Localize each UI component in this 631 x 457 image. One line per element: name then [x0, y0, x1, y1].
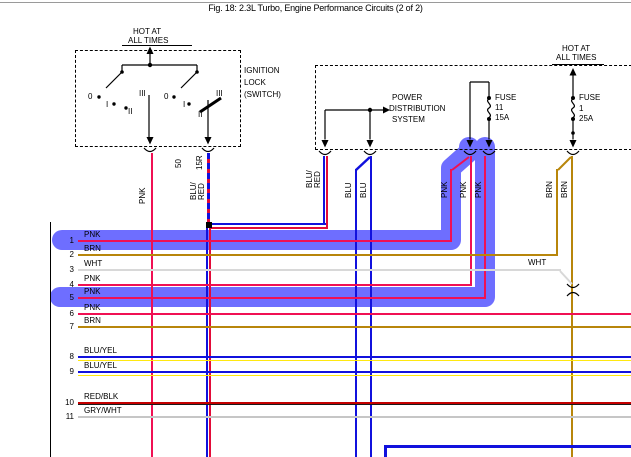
hot-at-left-line1: HOT AT	[133, 27, 161, 36]
row-3-label: WHT	[84, 259, 102, 268]
terminal-15r: 15R	[196, 150, 204, 170]
label-blu-1: BLU	[345, 174, 353, 198]
wire-pnk-diagonal[interactable]	[452, 157, 469, 170]
row-5-number: 5	[56, 293, 74, 302]
wire-brn-diagonal[interactable]	[558, 157, 571, 170]
label-pnk-ignition: PNK	[139, 176, 147, 204]
row-9-label: BLU/YEL	[84, 361, 117, 370]
fuse1-name: FUSE	[579, 93, 600, 102]
ignition-label-line3: (SWITCH)	[244, 90, 281, 99]
terminal-50: 50	[175, 150, 183, 168]
row-1-label: PNK	[84, 230, 100, 239]
label-pnk-c: PNK	[475, 172, 483, 198]
row-7-label: BRN	[84, 316, 101, 325]
wiring-diagram-canvas: Fig. 18: 2.3L Turbo, Engine Performance …	[0, 0, 631, 457]
hot-at-right-line2: ALL TIMES	[556, 53, 596, 62]
row-11-label: GRY/WHT	[84, 406, 122, 415]
label-pnk-b: PNK	[460, 172, 468, 198]
wire-wht-diagonal[interactable]	[560, 271, 572, 284]
row-4-number: 4	[56, 280, 74, 289]
row-10-label: RED/BLK	[84, 392, 118, 401]
fuse1-rating: 25A	[579, 114, 593, 123]
label-brn-2: BRN	[561, 172, 569, 198]
sw2-pos-0: 0	[164, 92, 168, 101]
label-brn-1: BRN	[546, 172, 554, 198]
wire-blu-diagonal[interactable]	[356, 157, 370, 170]
row-6-number: 6	[56, 309, 74, 318]
hot-at-right-line1: HOT AT	[562, 44, 590, 53]
exit-cups	[144, 148, 579, 155]
pdc-label-line2: DISTRIBUTION	[389, 104, 445, 113]
ignition-label-line2: LOCK	[244, 78, 266, 87]
row-11-number: 11	[56, 412, 74, 421]
row-7-number: 7	[56, 322, 74, 331]
fuse11-rating: 15A	[495, 113, 509, 122]
fuse1-number: 1	[579, 104, 583, 113]
fuse11-name: FUSE	[495, 93, 516, 102]
row-5-label: PNK	[84, 287, 100, 296]
label-pnk-a: PNK	[441, 172, 449, 198]
sw1-pos-3: III	[139, 89, 146, 98]
row-8-label: BLU/YEL	[84, 346, 117, 355]
row-4-label: PNK	[84, 274, 100, 283]
ignition-label-line1: IGNITION	[244, 66, 280, 75]
sw2-pos-1: I	[183, 100, 185, 109]
row-2-label: BRN	[84, 244, 101, 253]
hot-at-left-line2: ALL TIMES	[128, 36, 168, 45]
row-1-number: 1	[56, 236, 74, 245]
row-3-number: 3	[56, 265, 74, 274]
row-8-number: 8	[56, 352, 74, 361]
label-wht-right: WHT	[528, 258, 546, 267]
connector-exits	[144, 137, 579, 155]
sw2-pos-3: III	[216, 89, 223, 98]
sw1-pos-0: 0	[88, 92, 92, 101]
label-blu-2: BLU	[360, 174, 368, 198]
pdc-internals	[325, 74, 574, 140]
sw1-pos-1: I	[106, 100, 108, 109]
symbol-layer	[0, 0, 631, 457]
inline-connector-symbol	[567, 284, 579, 296]
row-6-label: PNK	[84, 303, 100, 312]
row-10-number: 10	[56, 398, 74, 407]
row-2-number: 2	[56, 250, 74, 259]
exit-arrowheads	[147, 137, 577, 148]
sw2-pos-2: II	[198, 110, 202, 119]
pdc-label-line3: SYSTEM	[392, 115, 425, 124]
row-9-number: 9	[56, 367, 74, 376]
sw1-pos-2: II	[128, 107, 132, 116]
label-blu-red-pdc-2: RED	[314, 158, 322, 188]
pdc-label-line1: POWER	[392, 93, 422, 102]
fuse11-number: 11	[495, 103, 503, 112]
label-blu-red-ign-2: RED	[198, 170, 206, 200]
